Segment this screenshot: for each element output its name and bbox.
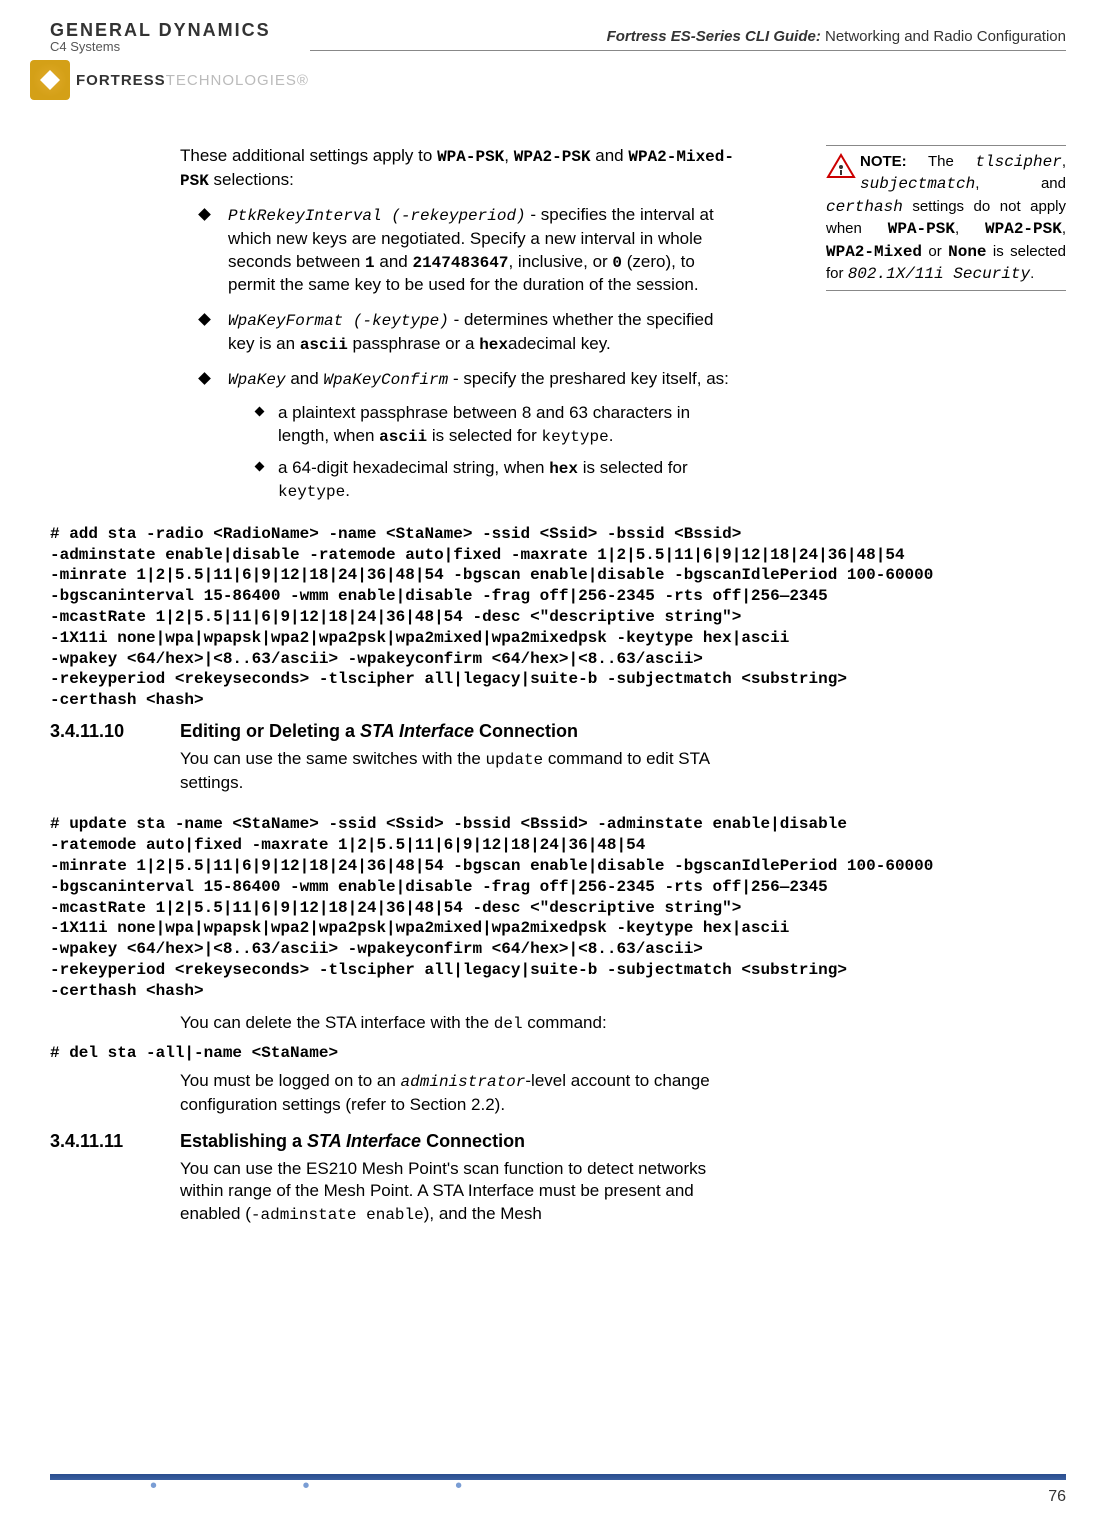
code-span: 2147483647 <box>412 254 508 272</box>
code-span: ascii <box>379 428 427 446</box>
header-divider <box>310 50 1066 51</box>
text-span: You must be logged on to an <box>180 1071 401 1090</box>
fortress-bold: FORTRESS <box>76 72 166 89</box>
content-area: NOTE: The tlscipher, subjectmatch, and c… <box>50 145 1066 1227</box>
note-text: NOTE: The tlscipher, subjectmatch, and c… <box>826 153 1066 282</box>
code-span: WpaKey <box>228 371 286 389</box>
fortress-logo: FORTRESSTECHNOLOGIES® <box>30 60 309 100</box>
text-span: . <box>609 426 614 445</box>
text-span: You can use the same switches with the <box>180 749 486 768</box>
section-heading: 3.4.11.11 Establishing a STA Interface C… <box>50 1131 1066 1152</box>
section-title: Establishing a STA Interface Connection <box>180 1131 525 1152</box>
text-em: STA Interface <box>307 1131 421 1151</box>
code-span: 1 <box>365 254 375 272</box>
code-span: PtkRekeyInterval (-rekeyperiod) <box>228 207 526 225</box>
warning-icon <box>826 153 856 179</box>
text-span: You can delete the STA interface with th… <box>180 1013 494 1032</box>
note-label: NOTE: <box>860 153 907 170</box>
code-block-update-sta: # update sta -name <StaName> -ssid <Ssid… <box>50 814 1066 1001</box>
text-em: STA Interface <box>360 721 474 741</box>
code-span: 0 <box>612 254 622 272</box>
code-span: keytype <box>278 483 345 501</box>
text-span: Connection <box>474 721 578 741</box>
list-item: a 64-digit hexadecimal string, when hex … <box>256 457 740 504</box>
list-item: WpaKey and WpaKeyConfirm - specify the p… <box>200 368 740 503</box>
text-span: Editing or Deleting a <box>180 721 360 741</box>
text-span: and <box>375 252 413 271</box>
code-span: WpaKeyConfirm <box>323 371 448 389</box>
section2-para: You can use the ES210 Mesh Point's scan … <box>180 1158 740 1227</box>
bullet-list: PtkRekeyInterval (-rekeyperiod) - specif… <box>200 204 740 504</box>
section-number: 3.4.11.11 <box>50 1131 180 1152</box>
admin-para: You must be logged on to an administrato… <box>180 1070 740 1117</box>
list-item: a plaintext passphrase between 8 and 63 … <box>256 402 740 449</box>
code-span: hex <box>479 336 508 354</box>
del-para: You can delete the STA interface with th… <box>180 1012 740 1036</box>
code-span: del <box>494 1015 523 1033</box>
sub-list: a plaintext passphrase between 8 and 63 … <box>256 402 740 504</box>
text-span: ), and the Mesh <box>424 1204 542 1223</box>
header-title-bold: Fortress ES-Series CLI Guide: <box>607 28 821 45</box>
text-span: , inclusive, or <box>508 252 612 271</box>
text-span: These additional settings apply to <box>180 146 437 165</box>
code-block-del-sta: # del sta -all|-name <StaName> <box>50 1043 1066 1064</box>
text-span: passphrase or a <box>348 334 479 353</box>
code-span: ascii <box>300 336 348 354</box>
text-span: , <box>504 146 513 165</box>
code-span: update <box>486 751 544 769</box>
text-span: - specify the preshared key itself, as: <box>448 369 729 388</box>
text-span: is selected for <box>427 426 541 445</box>
footer-dots: • • • <box>150 1475 532 1498</box>
section-number: 3.4.11.10 <box>50 721 180 742</box>
code-span: WPA2-PSK <box>514 148 591 166</box>
intro-para: These additional settings apply to WPA-P… <box>180 145 740 192</box>
section-heading: 3.4.11.10 Editing or Deleting a STA Inte… <box>50 721 1066 742</box>
text-span: adecimal key. <box>508 334 611 353</box>
page-number: 76 <box>1048 1488 1066 1506</box>
text-span: Establishing a <box>180 1131 307 1151</box>
note-box: NOTE: The tlscipher, subjectmatch, and c… <box>826 145 1066 291</box>
code-span: administrator <box>401 1073 526 1091</box>
list-item: WpaKeyFormat (-keytype) - determines whe… <box>200 309 740 356</box>
text-span: and <box>591 146 629 165</box>
text-span: is selected for <box>578 458 688 477</box>
text-span: a 64-digit hexadecimal string, when <box>278 458 549 477</box>
text-span: . <box>345 481 350 500</box>
code-span: WPA-PSK <box>437 148 504 166</box>
text-span: selections: <box>209 170 294 189</box>
code-span: keytype <box>541 428 608 446</box>
fortress-icon <box>30 60 70 100</box>
section-title: Editing or Deleting a STA Interface Conn… <box>180 721 578 742</box>
code-span: hex <box>549 460 578 478</box>
code-span: WpaKeyFormat (-keytype) <box>228 312 449 330</box>
text-span: Connection <box>421 1131 525 1151</box>
code-span: -adminstate enable <box>251 1206 424 1224</box>
text-span: and <box>286 369 324 388</box>
section1-para: You can use the same switches with the u… <box>180 748 740 795</box>
header-title-rest: Networking and Radio Configuration <box>821 28 1066 45</box>
fortress-tech: TECHNOLOGIES® <box>166 72 309 89</box>
text-span: command: <box>523 1013 607 1032</box>
list-item: PtkRekeyInterval (-rekeyperiod) - specif… <box>200 204 740 297</box>
code-block-add-sta: # add sta -radio <RadioName> -name <StaN… <box>50 524 1066 711</box>
header-title: Fortress ES-Series CLI Guide: Networking… <box>607 28 1066 45</box>
